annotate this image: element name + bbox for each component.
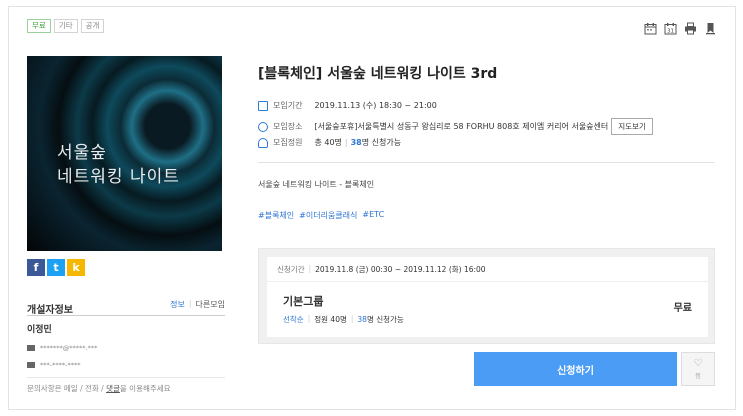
location-pin-icon: [258, 121, 268, 132]
event-title: [블록체인] 서울숲 네트워킹 나이트 3rd: [258, 66, 498, 82]
mail-icon: [27, 345, 35, 351]
place-label: 모임장소: [273, 122, 303, 131]
print-icon[interactable]: [684, 20, 697, 35]
capacity-total: 총 40명: [314, 138, 342, 147]
heart-icon: ♡: [693, 358, 703, 369]
ticket-group-details: 선착순 | 정원 40명 | 38명 신청가능: [283, 314, 404, 325]
place-value: [서울숲포휴]서울특별시 성동구 왕십리로 58 FORHU 808호 제이엠 …: [314, 122, 609, 131]
capacity-label: 모집정원: [273, 138, 303, 147]
card-divider: [267, 281, 708, 282]
host-phone: ***-****-****: [40, 361, 81, 369]
apply-button[interactable]: 신청하기: [474, 352, 677, 386]
host-contact-note: 문의사항은 메일 / 전화 / 댓글을 이용해주세요: [27, 377, 225, 394]
group-quota: 정원 40명: [314, 315, 347, 324]
calendar-icon[interactable]: [644, 20, 657, 35]
share-buttons: f t k: [27, 259, 85, 276]
note-suffix: 을 이용해주세요: [119, 384, 171, 393]
phone-icon: [27, 362, 35, 368]
tag-category: 기타: [53, 19, 78, 33]
hashtag-list: #블록체인 #이더리움클래식 #ETC: [258, 210, 384, 221]
poster-text-line2: 네트워킹 나이트: [57, 167, 180, 187]
event-description: 서울숲 네트워킹 나이트 - 블록체인: [258, 180, 375, 189]
tag-free: 무료: [27, 19, 51, 33]
hashtag[interactable]: #이더리움클래식: [299, 210, 357, 221]
event-period-row: 모임기간 2019.11.13 (수) 18:30 ~ 21:00: [258, 100, 437, 111]
host-tab-other-events[interactable]: 다른모임: [196, 299, 225, 310]
event-tags: 무료 기타 공개: [27, 19, 105, 33]
ticket-price: 무료: [673, 303, 692, 314]
capacity-available-suffix: 명 신청가능: [361, 138, 402, 147]
calendar-small-icon: [258, 100, 268, 111]
capacity-available: 38: [350, 138, 362, 147]
hashtag[interactable]: #ETC: [362, 210, 384, 221]
section-divider: [258, 162, 715, 163]
period-value: 2019.11.13 (수) 18:30 ~ 21:00: [314, 101, 437, 110]
bookmark-icon[interactable]: [704, 20, 717, 35]
host-email-row: *******@*****.***: [27, 344, 97, 352]
event-capacity-row: 모집정원 총 40명 | 38 명 신청가능: [258, 137, 401, 148]
comment-link[interactable]: 댓글: [106, 384, 120, 393]
wishlist-label: 찜: [695, 373, 701, 380]
period-divider: |: [308, 264, 312, 273]
tag-visibility: 공개: [80, 19, 105, 33]
registration-period-label: 신청기간: [277, 265, 305, 274]
event-poster-image: 서울숲 네트워킹 나이트: [27, 56, 222, 251]
toolbar-icons: 31: [644, 20, 717, 35]
view-map-button[interactable]: 지도보기: [611, 118, 653, 135]
registration-period: 신청기간 | 2019.11.8 (금) 00:30 ~ 2019.11.12 …: [277, 264, 486, 275]
host-name: 이정민: [27, 325, 52, 335]
registration-period-value: 2019.11.8 (금) 00:30 ~ 2019.11.12 (화) 16:…: [315, 265, 486, 274]
poster-text-line1: 서울숲: [57, 143, 107, 163]
registration-panel: 신청기간 | 2019.11.8 (금) 00:30 ~ 2019.11.12 …: [258, 248, 715, 344]
event-place-row: 모임장소 [서울숲포휴]서울특별시 성동구 왕십리로 58 FORHU 808호…: [258, 118, 653, 135]
svg-text:31: 31: [667, 29, 674, 35]
person-icon: [258, 137, 268, 148]
period-label: 모임기간: [273, 101, 303, 110]
selection-method: 선착순: [283, 315, 304, 324]
detail-divider: |: [307, 314, 311, 323]
host-email[interactable]: *******@*****.***: [40, 344, 97, 352]
host-info-header: 개설자정보 정보 | 다른모임: [27, 298, 225, 316]
wishlist-button[interactable]: ♡ 찜: [681, 352, 715, 386]
host-info-title: 개설자정보: [27, 305, 73, 316]
note-prefix: 문의사항은 메일 / 전화 /: [27, 384, 107, 393]
twitter-share-icon[interactable]: t: [47, 259, 65, 276]
group-available-suffix: 명 신청가능: [366, 315, 404, 324]
tab-divider: |: [188, 299, 192, 308]
ticket-group-name: 기본그룹: [283, 295, 324, 308]
kakaostory-share-icon[interactable]: k: [67, 259, 85, 276]
host-tab-info[interactable]: 정보: [170, 299, 185, 310]
calendar-31-icon[interactable]: 31: [664, 20, 677, 35]
ticket-group-card[interactable]: 신청기간 | 2019.11.8 (금) 00:30 ~ 2019.11.12 …: [267, 257, 708, 337]
host-phone-row: ***-****-****: [27, 361, 80, 369]
group-available: 38: [357, 315, 367, 324]
capacity-divider: |: [344, 138, 348, 147]
facebook-share-icon[interactable]: f: [27, 259, 45, 276]
detail-divider: |: [350, 314, 354, 323]
hashtag[interactable]: #블록체인: [258, 210, 294, 221]
